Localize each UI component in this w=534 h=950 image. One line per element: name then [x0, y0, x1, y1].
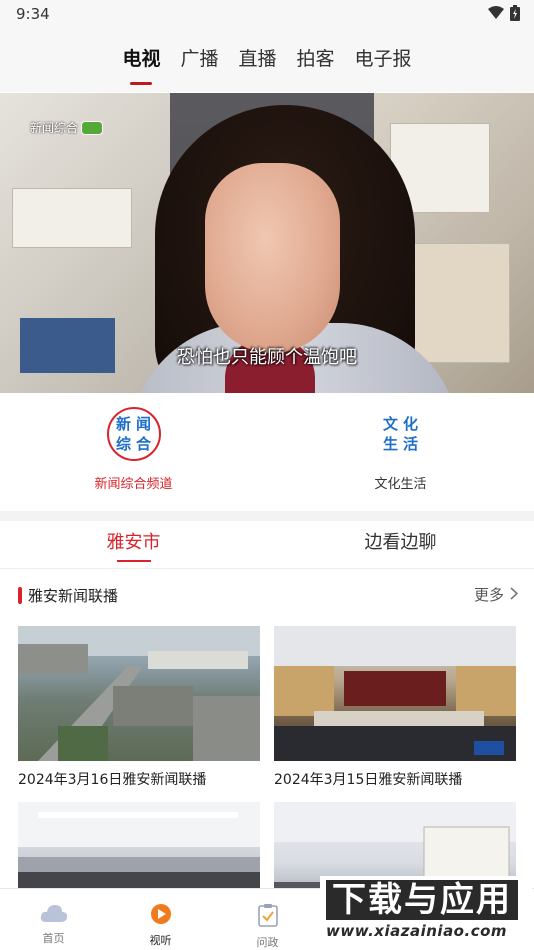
clipboard-check-icon [257, 903, 279, 931]
news-card[interactable]: 2024年3月16日雅安新闻联播 [18, 626, 260, 789]
tab-yaan-city[interactable]: 雅安市 [0, 521, 267, 568]
status-time: 9:34 [16, 5, 50, 23]
section-title: 雅安新闻联播 [28, 587, 119, 605]
video-scene-paper [12, 188, 132, 248]
culture-channel-logo: 文 化 生 活 [374, 407, 428, 461]
nav-media-label: 视听 [149, 934, 172, 947]
nav-politics-label: 问政 [256, 936, 279, 949]
video-player[interactable]: 新闻综合 恐怕也只能顾个温饱吧 [0, 93, 534, 393]
status-icons [488, 5, 520, 21]
channel-news-label: 新闻综合频道 [94, 477, 173, 492]
channel-selector: 新 闻 综 合 新闻综合频道 文 化 生 活 文化生活 [0, 393, 534, 511]
logo-char: 新 [115, 415, 131, 433]
logo-char: 文 [382, 415, 398, 433]
logo-char: 活 [402, 435, 418, 453]
channel-culture-label: 文化生活 [374, 477, 427, 492]
watermark-main-text: 下载与应用 [326, 880, 518, 920]
tab-tv[interactable]: 电视 [122, 44, 160, 77]
more-label: 更多 [473, 586, 504, 604]
tab-paike[interactable]: 拍客 [297, 44, 335, 77]
app-screen: 9:34 电视 广播 直播 拍客 电子报 新闻综合 恐怕也只能顾个温饱吧 新 闻… [0, 0, 534, 950]
tab-radio[interactable]: 广播 [180, 44, 218, 77]
battery-icon [510, 5, 520, 21]
watermark-url-text: www.xiazainiao.com [326, 922, 508, 940]
wifi-icon [488, 6, 504, 20]
video-person-face [205, 163, 340, 353]
logo-char: 化 [402, 415, 418, 433]
news-title: 2024年3月15日雅安新闻联播 [274, 772, 463, 788]
channel-news[interactable]: 新 闻 综 合 新闻综合频道 [0, 393, 267, 511]
play-circle-icon [149, 903, 173, 929]
more-link[interactable]: 更多 [473, 584, 519, 605]
section-header: 雅安新闻联播 更多 [0, 570, 534, 620]
news-card[interactable]: 2024年3月15日雅安新闻联播 [274, 626, 516, 789]
tab-live[interactable]: 直播 [238, 44, 276, 77]
channel-mark-icon [81, 120, 104, 135]
news-thumbnail [274, 626, 516, 761]
nav-media[interactable]: 视听 [107, 889, 214, 950]
video-subtitle: 恐怕也只能顾个温饱吧 [177, 347, 357, 368]
video-channel-logo-text: 新闻综合 [30, 121, 79, 135]
chevron-right-icon [510, 586, 519, 604]
tab-e-paper[interactable]: 电子报 [355, 44, 412, 77]
news-thumbnail [18, 626, 260, 761]
video-channel-logo: 新闻综合 [30, 119, 104, 136]
tab-watch-and-chat[interactable]: 边看边聊 [267, 521, 534, 568]
status-bar: 9:34 [0, 0, 534, 28]
nav-politics[interactable]: 问政 [214, 889, 321, 950]
sub-tabs: 雅安市 边看边聊 [0, 521, 534, 569]
news-channel-logo: 新 闻 综 合 [106, 407, 161, 461]
nav-home-label: 首页 [42, 932, 65, 945]
section-divider [0, 511, 534, 521]
logo-char: 综 [115, 435, 131, 453]
section-accent-bar [18, 587, 22, 604]
cloud-home-icon [40, 903, 68, 927]
top-tabs: 电视 广播 直播 拍客 电子报 [0, 28, 534, 92]
channel-culture[interactable]: 文 化 生 活 文化生活 [267, 393, 534, 511]
nav-home[interactable]: 首页 [0, 889, 107, 950]
logo-char: 生 [382, 435, 398, 453]
logo-char: 闻 [135, 415, 151, 433]
site-watermark: 下载与应用 www.xiazainiao.com [320, 876, 532, 948]
news-title: 2024年3月16日雅安新闻联播 [18, 772, 207, 788]
logo-char: 合 [135, 435, 151, 453]
